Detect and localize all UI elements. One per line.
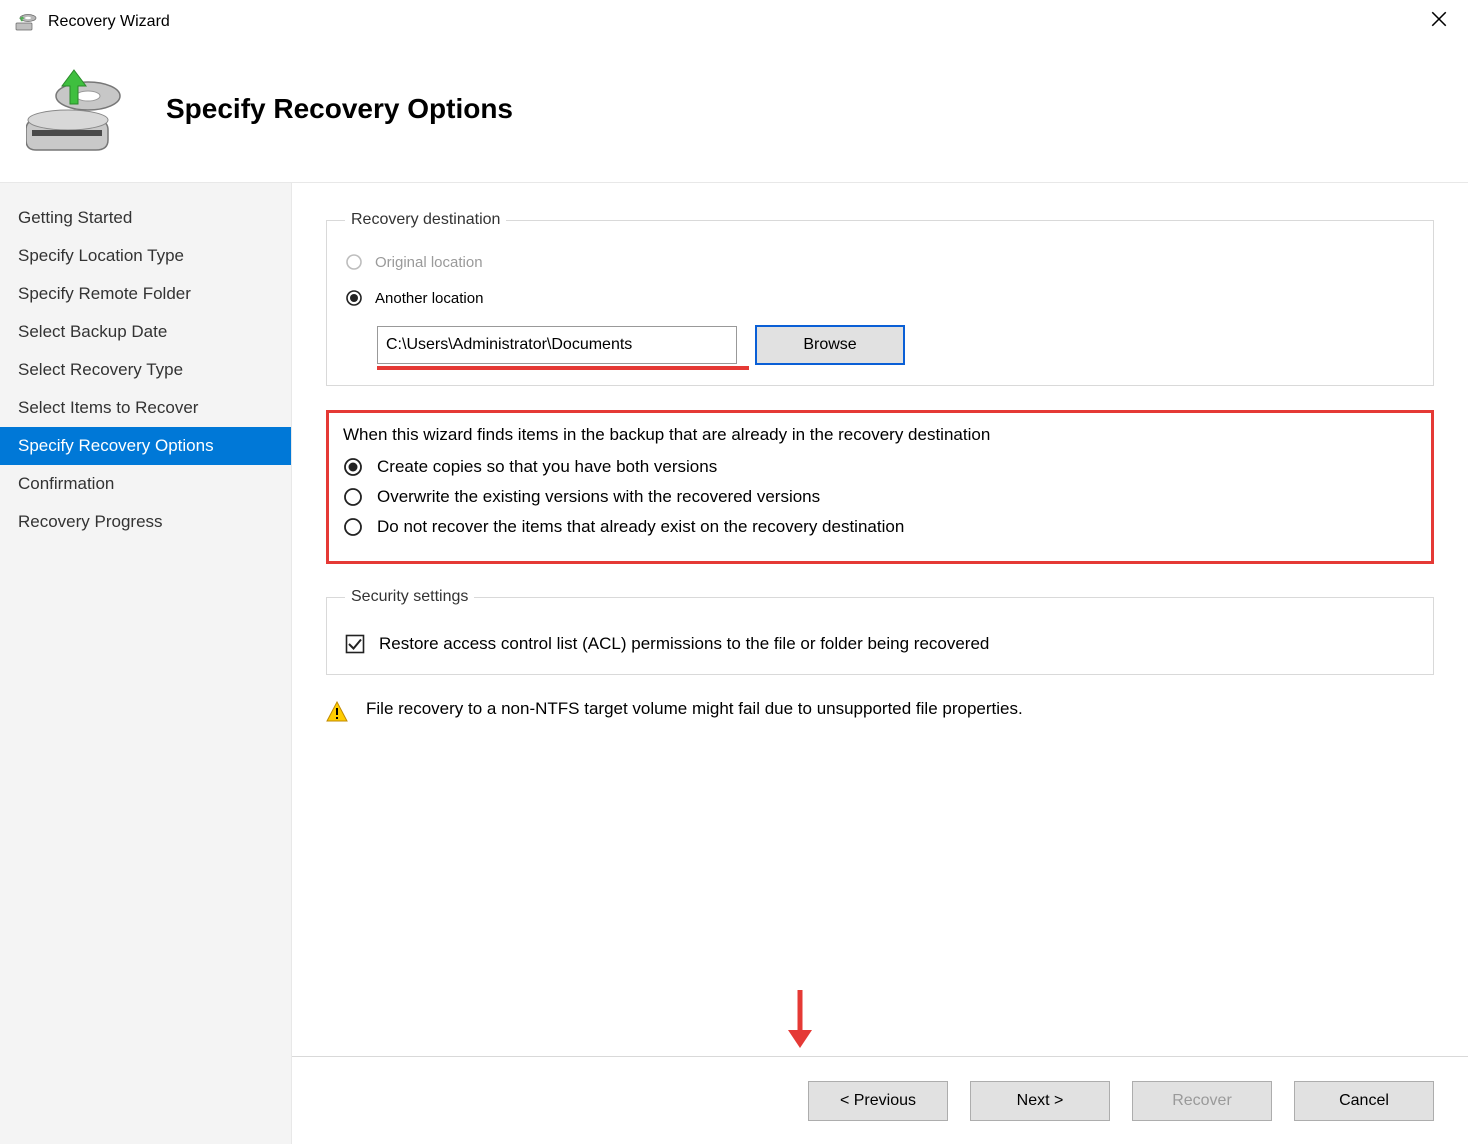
sidebar-item-select-recovery-type[interactable]: Select Recovery Type [0,351,291,389]
original-location-option: Original location [345,253,1415,271]
next-button[interactable]: Next > [970,1081,1110,1121]
sidebar-item-recovery-progress[interactable]: Recovery Progress [0,503,291,541]
sidebar-item-select-backup-date[interactable]: Select Backup Date [0,313,291,351]
cancel-button[interactable]: Cancel [1294,1081,1434,1121]
sidebar-item-label: Specify Recovery Options [18,436,214,455]
recovery-destination-legend: Recovery destination [345,211,506,229]
collision-option-overwrite[interactable]: Overwrite the existing versions with the… [343,487,1417,507]
sidebar-item-label: Specify Location Type [18,246,184,265]
collision-option-create-copies[interactable]: Create copies so that you have both vers… [343,457,1417,477]
collision-option-label: Do not recover the items that already ex… [377,517,904,537]
security-settings-group: Security settings Restore access control… [326,588,1434,675]
annotation-underline [377,366,749,370]
sidebar-item-label: Recovery Progress [18,512,163,531]
destination-path-input[interactable] [377,326,737,364]
sidebar-item-confirmation[interactable]: Confirmation [0,465,291,503]
radio-selected-icon [345,289,363,307]
radio-icon [345,253,363,271]
another-location-label: Another location [375,290,483,307]
restore-acl-checkbox[interactable]: Restore access control list (ACL) permis… [345,634,1415,654]
warning-icon [326,701,348,723]
browse-button[interactable]: Browse [755,325,905,365]
sidebar-item-label: Select Items to Recover [18,398,198,417]
sidebar-item-label: Specify Remote Folder [18,284,191,303]
original-location-label: Original location [375,254,483,271]
checkbox-checked-icon [345,634,365,654]
page-title: Specify Recovery Options [166,93,513,125]
collision-options-group: When this wizard finds items in the back… [326,410,1434,564]
sidebar-item-select-items-to-recover[interactable]: Select Items to Recover [0,389,291,427]
collision-option-label: Overwrite the existing versions with the… [377,487,820,507]
sidebar-item-label: Confirmation [18,474,114,493]
sidebar-item-label: Select Recovery Type [18,360,183,379]
security-settings-legend: Security settings [345,588,474,606]
sidebar-item-getting-started[interactable]: Getting Started [0,199,291,237]
window-title: Recovery Wizard [48,13,1424,31]
sidebar-item-specify-location-type[interactable]: Specify Location Type [0,237,291,275]
recover-button: Recover [1132,1081,1272,1121]
wizard-footer: < Previous Next > Recover Cancel [292,1056,1468,1144]
close-icon[interactable] [1424,10,1454,34]
recovery-header-icon [26,64,126,154]
radio-icon [343,517,363,537]
restore-acl-label: Restore access control list (ACL) permis… [379,634,989,654]
sidebar-item-label: Select Backup Date [18,322,167,341]
wizard-content: Recovery destination Original location A… [292,183,1468,1144]
ntfs-warning: File recovery to a non-NTFS target volum… [326,699,1434,723]
sidebar-item-label: Getting Started [18,208,132,227]
sidebar-item-specify-recovery-options[interactable]: Specify Recovery Options [0,427,291,465]
warning-text: File recovery to a non-NTFS target volum… [366,699,1023,719]
collision-option-skip[interactable]: Do not recover the items that already ex… [343,517,1417,537]
wizard-header: Specify Recovery Options [0,40,1468,182]
recovery-wizard-icon [14,10,38,34]
previous-button[interactable]: < Previous [808,1081,948,1121]
sidebar-item-specify-remote-folder[interactable]: Specify Remote Folder [0,275,291,313]
collision-title: When this wizard finds items in the back… [343,425,1417,445]
collision-option-label: Create copies so that you have both vers… [377,457,717,477]
radio-icon [343,487,363,507]
annotation-arrow-icon [786,990,814,1050]
recovery-destination-group: Recovery destination Original location A… [326,211,1434,386]
radio-selected-icon [343,457,363,477]
another-location-option[interactable]: Another location [345,289,1415,307]
titlebar: Recovery Wizard [0,0,1468,40]
wizard-steps-sidebar: Getting Started Specify Location Type Sp… [0,183,292,1144]
